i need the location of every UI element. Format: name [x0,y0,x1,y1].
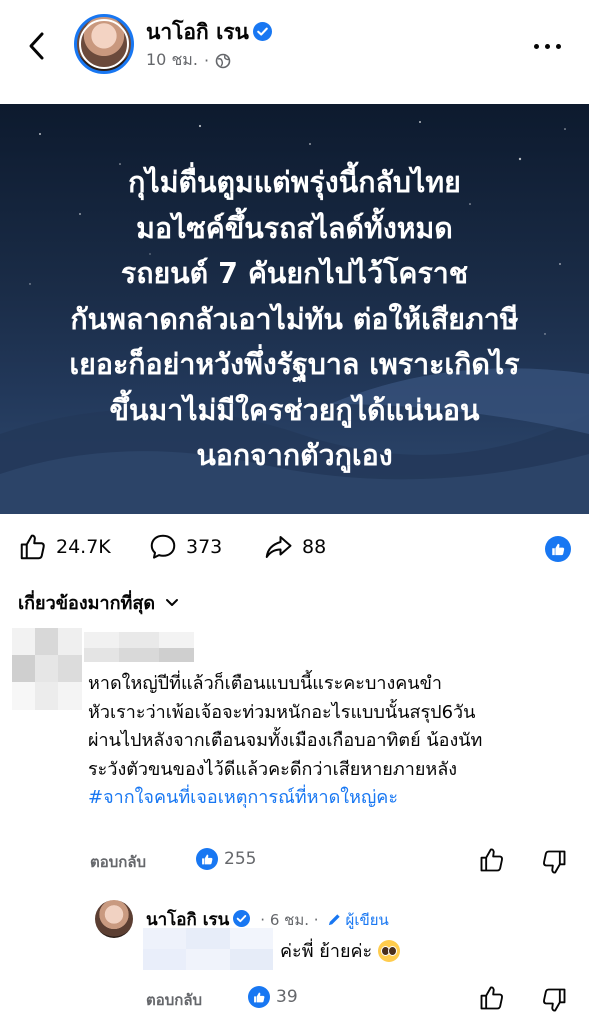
chevron-down-icon [166,598,179,606]
back-button[interactable] [20,28,52,64]
globe-icon [215,53,231,68]
pencil-icon [328,914,340,926]
like-reaction-icon [248,986,270,1008]
thumbs-down-icon[interactable] [540,848,568,876]
author-badge: ผู้เขียน [327,908,389,932]
reply-reaction-count[interactable]: 39 [248,986,298,1008]
comment-filter-label: เกี่ยวข้องมากที่สุด [18,593,156,614]
reply-like-count: 39 [276,987,298,1007]
post-text-line: นอกจากตัวกูเอง [196,439,393,472]
post-time[interactable]: 10 ชม. [146,48,198,73]
comment-filter-dropdown[interactable]: เกี่ยวข้องมากที่สุด [18,588,179,617]
reply-author-avatar[interactable] [95,900,133,938]
commenter-name-blurred[interactable] [84,632,194,662]
comment-text-line: หาดใหญ่ปีที่แล้วก็เตือนแบบนี้แระคะบางคนข… [88,673,443,694]
comment-button[interactable]: 373 [148,532,222,562]
post-text-line: ขึ้นมาไม่มีใครช่วยกูได้แน่นอน [109,393,480,427]
like-reaction-icon [196,848,218,870]
author-badge-label: ผู้เขียน [345,910,389,929]
comment-text-line: ระวังตัวขนของไว้ดีแล้วคะดีกว่าเสียหายภาย… [88,758,458,780]
comment-like-count: 255 [224,849,257,869]
thumbs-up-icon[interactable] [478,846,506,874]
post-meta: 10 ชม. · [146,48,231,73]
thumbs-up-icon [20,534,45,560]
thumbs-up-icon[interactable] [478,984,506,1012]
reply-button[interactable]: ตอบกลับ [90,850,146,874]
author-name-row[interactable]: นาโอกิ เรน [146,16,272,49]
pleading-face-emoji-icon [378,939,401,962]
post-text: กุไม่ตื่นตูมแต่พรุ่งนี้กลับไทย มอไซค์ขึ้… [0,160,589,479]
like-reaction-badge[interactable] [545,536,571,562]
reply-button[interactable]: ตอบกลับ [146,988,202,1012]
post-text-line: มอไซค์ขึ้นรถสไลด์ทั้งหมด [136,211,453,245]
like-count: 24.7K [56,536,111,558]
comment-body: หาดใหญ่ปีที่แล้วก็เตือนแบบนี้แระคะบางคนข… [88,670,578,813]
more-dots-icon [533,43,539,49]
author-avatar[interactable] [74,14,134,74]
comment-actions: ตอบกลับ 255 [0,844,589,876]
meta-separator: · [203,51,210,70]
verified-badge-icon [252,22,272,41]
reaction-bar: 24.7K 373 88 [0,526,589,570]
share-arrow-icon [265,536,292,558]
post-text-line: รถยนต์ 7 คันยกไปไว้โคราช [120,257,469,290]
post-header: นาโอกิ เรน 10 ชม. · [0,0,589,100]
more-options-button[interactable] [527,36,567,56]
like-button[interactable]: 24.7K [18,532,111,562]
reply-body: ค่ะพี่ ย้ายค่ะ [280,936,401,965]
post-text-line: เยอะก็อย่าหวังพึ่งรัฐบาล เพราะเกิดไร [69,348,520,381]
share-count: 88 [302,536,327,558]
comment-count: 373 [186,536,223,558]
verified-badge-icon [233,910,252,929]
post-text-line: กันพลาดกลัวเอาไม่ทัน ต่อให้เสียภาษี [70,302,519,336]
commenter-avatar-blurred[interactable] [12,628,82,710]
comment-reaction-count[interactable]: 255 [196,848,256,870]
thumbs-down-icon[interactable] [540,986,568,1014]
more-dot [555,43,561,49]
comment-hashtag-link[interactable]: #จากใจคนที่เจอเหตุการณ์ที่หาดใหญ่คะ [88,784,578,813]
post-text-line: กุไม่ตื่นตูมแต่พรุ่งนี้กลับไทย [128,166,461,199]
more-dot [544,43,550,49]
post-image[interactable]: กุไม่ตื่นตูมแต่พรุ่งนี้กลับไทย มอไซค์ขึ้… [0,104,589,514]
comment-text-line: ผ่านไปหลังจากเตือนจมทั้งเมืองเกือบอาทิตย… [88,730,483,751]
comment-bubble-icon [150,534,176,559]
reply-actions: ตอบกลับ 39 [0,980,589,1012]
author-name[interactable]: นาโอกิ เรน [146,20,249,44]
reply-text-blurred [143,928,273,970]
comment-text-line: หัวเราะว่าเพ้อเจ้อจะท่วมหนักอะไรแบบนั้นส… [88,701,476,723]
chevron-left-icon [29,32,44,60]
share-button[interactable]: 88 [262,532,326,562]
like-reaction-icon [551,543,564,555]
reply-text: ค่ะพี่ ย้ายค่ะ [280,941,373,962]
